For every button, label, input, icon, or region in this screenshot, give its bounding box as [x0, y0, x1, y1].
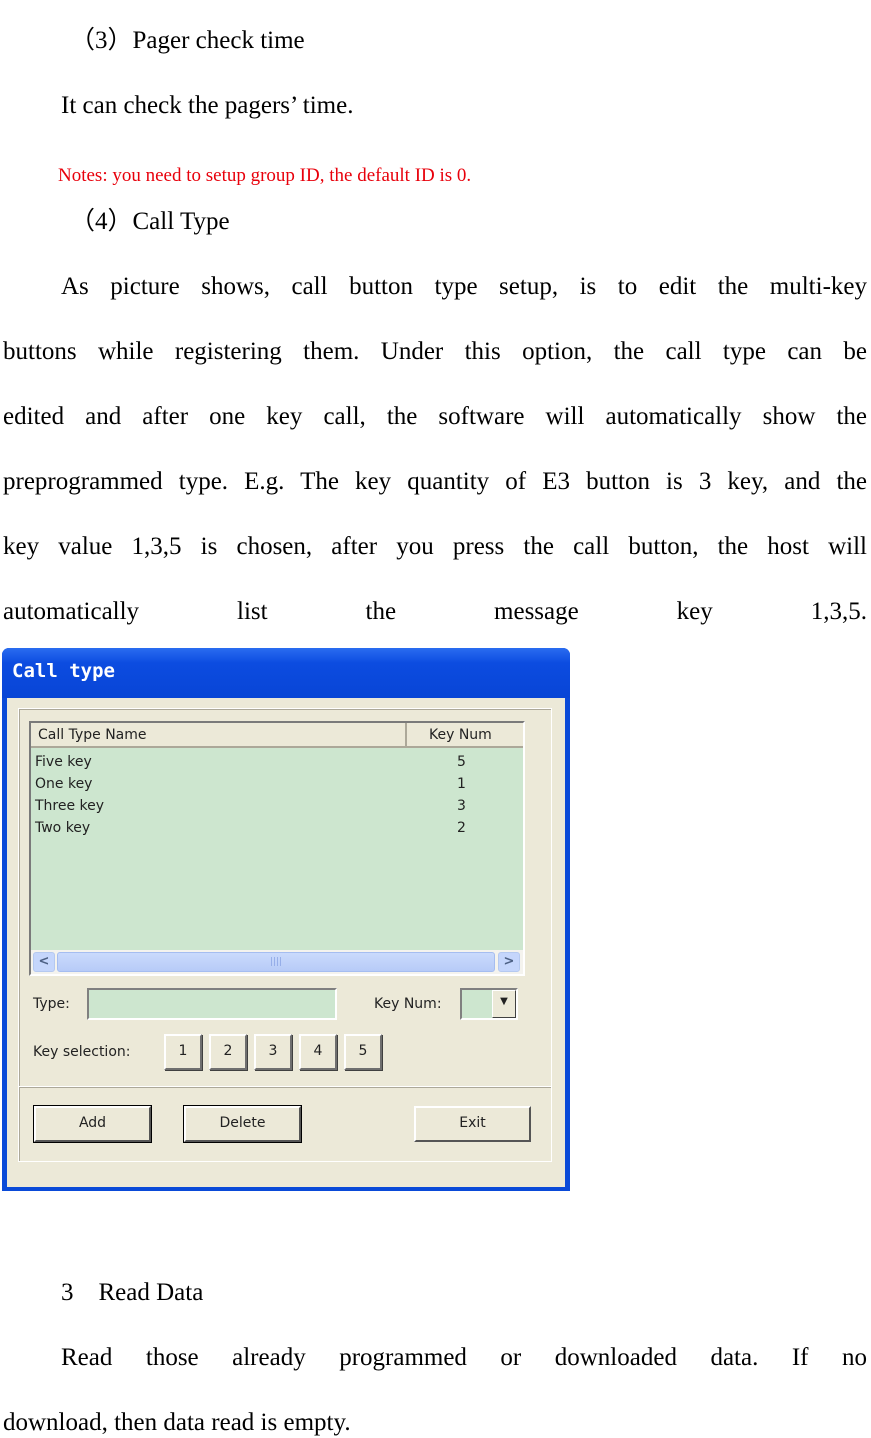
window-titlebar[interactable]: Call type — [2, 648, 570, 698]
read-data-paragraph-line: Read those already programmed or downloa… — [61, 1344, 867, 1371]
key-num-label: Key Num: — [374, 996, 442, 1012]
column-header-label: Key Num — [429, 727, 492, 743]
key-button-5[interactable]: 5 — [344, 1034, 382, 1070]
row-key-num: 5 — [457, 754, 466, 770]
list-item[interactable]: Three key 3 — [35, 796, 515, 818]
heading-pager-check-time: （3）Pager check time — [70, 27, 305, 54]
scroll-right-icon[interactable]: > — [498, 952, 520, 972]
delete-button[interactable]: Delete — [183, 1105, 302, 1143]
row-name: Two key — [35, 820, 91, 836]
row-key-num: 2 — [457, 820, 466, 836]
scroll-left-icon[interactable]: < — [33, 952, 55, 972]
chevron-down-icon[interactable]: ▼ — [492, 990, 516, 1018]
window-client: Call Type Name Key Num Five key 5 One key… — [7, 698, 565, 1187]
call-type-paragraph-line: key value 1,3,5 is chosen, after you pre… — [3, 533, 867, 560]
call-type-paragraph-line: edited and after one key call, the softw… — [3, 403, 867, 430]
call-type-paragraph-line: automatically list the message key 1,3,5… — [3, 598, 867, 625]
key-button-1[interactable]: 1 — [164, 1034, 202, 1070]
call-type-paragraph-line: preprogrammed type. E.g. The key quantit… — [3, 468, 867, 495]
key-num-dropdown[interactable]: ▼ — [460, 988, 518, 1020]
call-type-paragraph-line: As picture shows, call button type setup… — [61, 273, 867, 300]
note-text: Notes: you need to setup group ID, the d… — [58, 165, 472, 186]
add-button[interactable]: Add — [33, 1105, 152, 1143]
row-name: One key — [35, 776, 93, 792]
type-input[interactable] — [87, 988, 337, 1020]
type-label: Type: — [33, 996, 70, 1012]
key-button-3[interactable]: 3 — [254, 1034, 292, 1070]
key-button-4[interactable]: 4 — [299, 1034, 337, 1070]
list-item[interactable]: Two key 2 — [35, 818, 515, 840]
key-selection-buttons: 1 2 3 4 5 — [164, 1034, 384, 1072]
row-key-num: 3 — [457, 798, 466, 814]
column-header-key-num[interactable]: Key Num — [407, 723, 523, 748]
call-type-window: Call type Call Type Name Key Num Five ke… — [2, 648, 570, 1191]
section-read-data-heading: 3 Read Data — [61, 1279, 204, 1306]
column-header-label: Call Type Name — [38, 727, 147, 743]
scrollbar-thumb[interactable]: |||| — [57, 952, 495, 972]
key-selection-label: Key selection: — [33, 1044, 131, 1060]
key-button-2[interactable]: 2 — [209, 1034, 247, 1070]
call-type-list[interactable]: Call Type Name Key Num Five key 5 One key… — [29, 721, 525, 976]
row-key-num: 1 — [457, 776, 466, 792]
paragraph-pager-check: It can check the pagers’ time. — [61, 92, 354, 119]
exit-button[interactable]: Exit — [414, 1106, 531, 1142]
call-type-paragraph-line: buttons while registering them. Under th… — [3, 338, 867, 365]
list-item[interactable]: One key 1 — [35, 774, 515, 796]
window-title: Call type — [12, 660, 115, 682]
row-name: Five key — [35, 754, 92, 770]
row-name: Three key — [35, 798, 105, 814]
list-item[interactable]: Five key 5 — [35, 752, 515, 774]
read-data-paragraph-line: download, then data read is empty. — [3, 1409, 351, 1436]
horizontal-scrollbar[interactable]: < |||| > — [31, 950, 523, 974]
column-header-call-type-name[interactable]: Call Type Name — [31, 723, 407, 748]
heading-call-type: （4）Call Type — [70, 208, 230, 235]
